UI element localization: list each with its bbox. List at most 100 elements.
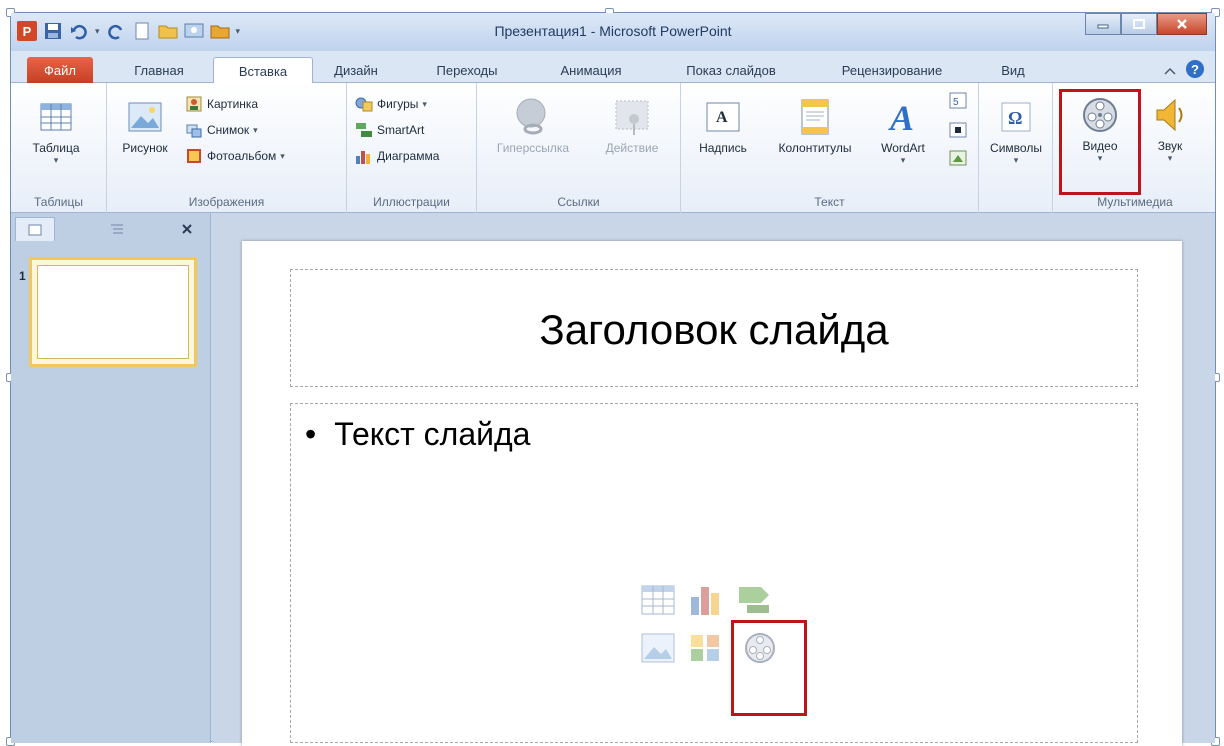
action-icon: [612, 97, 652, 137]
clipart-icon: [185, 95, 203, 113]
chevron-down-icon: ▾: [1013, 155, 1019, 165]
group-label-links: Ссылки: [557, 195, 600, 209]
maximize-button[interactable]: [1121, 13, 1157, 35]
group-label-tables: Таблицы: [33, 195, 83, 209]
group-label-media: Мультимедиа: [1097, 195, 1173, 209]
minimize-ribbon-icon[interactable]: [1163, 63, 1177, 81]
chevron-down-icon: ▾: [1167, 153, 1173, 163]
close-icon: [182, 224, 192, 234]
textbox-label: Надпись: [699, 141, 747, 155]
object-icon: [949, 149, 967, 167]
chart-button[interactable]: Диаграмма: [355, 147, 439, 165]
slide-title: Заголовок слайда: [539, 306, 889, 353]
audio-button[interactable]: Звук ▾: [1145, 95, 1195, 164]
chart-label: Диаграмма: [377, 149, 440, 163]
tab-animations[interactable]: Анимация: [535, 57, 647, 83]
slides-tab[interactable]: [15, 217, 55, 241]
pane-tabs: [11, 217, 210, 241]
group-label-images: Изображения: [188, 195, 265, 209]
window-title: Презентация1 - Microsoft PowerPoint: [494, 23, 732, 39]
picture-button[interactable]: Рисунок: [115, 97, 175, 155]
svg-text:Ω: Ω: [1008, 108, 1022, 128]
tab-transitions[interactable]: Переходы: [417, 57, 517, 83]
chevron-down-icon: ▾: [53, 155, 59, 165]
svg-text:5: 5: [953, 97, 959, 108]
smartart-button[interactable]: SmartArt: [355, 121, 424, 139]
minimize-button[interactable]: [1085, 13, 1121, 35]
shapes-label: Фигуры: [377, 97, 419, 111]
content-placeholder[interactable]: • Текст слайда: [290, 403, 1138, 743]
slide-number-button[interactable]: [949, 121, 967, 139]
header-footer-icon: [795, 97, 835, 137]
bullet-marker: •: [305, 416, 317, 452]
insert-table-icon[interactable]: [637, 580, 679, 620]
tab-view[interactable]: Вид: [985, 57, 1041, 83]
shapes-icon: [355, 95, 373, 113]
screenshot-button[interactable]: Снимок ▾: [185, 121, 258, 139]
omega-icon: Ω: [996, 97, 1036, 137]
group-images: Рисунок Картинка Снимок ▾ Фотоальбом ▾ И…: [107, 83, 347, 213]
tab-insert[interactable]: Вставка: [213, 57, 313, 84]
clipart-button[interactable]: Картинка: [185, 95, 258, 113]
wordart-icon: A: [883, 97, 923, 137]
slide-canvas[interactable]: Заголовок слайда • Текст слайда: [242, 241, 1182, 746]
action-button[interactable]: Действие: [589, 97, 675, 155]
chevron-down-icon: ▾: [253, 124, 258, 135]
insert-smartart-icon[interactable]: [733, 580, 775, 620]
photo-album-icon: [185, 147, 203, 165]
wordart-button[interactable]: A WordArt ▾: [869, 97, 937, 166]
header-footer-label: Колонтитулы: [778, 141, 852, 155]
close-button[interactable]: [1157, 13, 1207, 35]
table-icon: [36, 97, 76, 137]
table-label: Таблица: [32, 141, 80, 155]
smartart-label: SmartArt: [377, 123, 425, 137]
insert-picture-icon[interactable]: [637, 628, 679, 668]
group-label-illustrations: Иллюстрации: [373, 195, 450, 209]
chevron-down-icon: ▾: [900, 155, 906, 165]
header-footer-button[interactable]: Колонтитулы: [763, 97, 867, 155]
title-placeholder[interactable]: Заголовок слайда: [290, 269, 1138, 387]
slide-thumbnail[interactable]: [29, 257, 197, 367]
ribbon: Таблица ▾ Таблицы Рисунок Картинка Снимо…: [11, 83, 1215, 213]
audio-label: Звук: [1157, 139, 1183, 153]
tab-home[interactable]: Главная: [111, 57, 207, 83]
action-label: Действие: [605, 141, 659, 155]
powerpoint-window: P ▾ ▾ Презентация1 - Microsoft PowerPoin…: [6, 8, 1220, 746]
shapes-button[interactable]: Фигуры ▾: [355, 95, 427, 113]
table-button[interactable]: Таблица ▾: [15, 97, 97, 166]
video-placeholder-highlight-box: [731, 620, 807, 716]
tab-slideshow[interactable]: Показ слайдов: [661, 57, 801, 83]
group-text: A Надпись Колонтитулы A WordArt ▾ 5 Текс…: [681, 83, 979, 213]
picture-icon: [125, 97, 165, 137]
group-label-text: Текст: [814, 195, 845, 209]
outline-tab[interactable]: [97, 217, 137, 241]
slide-number-icon: [949, 121, 967, 139]
svg-text:?: ?: [1191, 62, 1199, 77]
video-highlight-box: [1059, 89, 1141, 195]
slide-thumbnail-preview: [37, 265, 189, 359]
date-time-button[interactable]: 5: [949, 91, 967, 109]
hyperlink-button[interactable]: Гиперссылка: [483, 97, 583, 155]
screenshot-label: Снимок: [207, 123, 250, 137]
help-icon[interactable]: ?: [1185, 59, 1205, 84]
group-tables: Таблица ▾ Таблицы: [11, 83, 107, 213]
photo-album-button[interactable]: Фотоальбом ▾: [185, 147, 285, 165]
object-button[interactable]: [949, 149, 967, 167]
chevron-down-icon: ▾: [422, 98, 427, 109]
picture-label: Рисунок: [122, 141, 168, 155]
clipart-label: Картинка: [207, 97, 259, 111]
tab-file[interactable]: Файл: [27, 57, 93, 83]
insert-clipart-icon[interactable]: [685, 628, 727, 668]
symbols-button[interactable]: Ω Символы ▾: [981, 97, 1051, 166]
tab-review[interactable]: Рецензирование: [817, 57, 967, 83]
ribbon-tabs: Файл Главная Вставка Дизайн Переходы Ани…: [11, 51, 1215, 84]
tab-design[interactable]: Дизайн: [315, 57, 397, 83]
slide-body-text: Текст слайда: [334, 416, 531, 452]
close-pane-button[interactable]: [167, 217, 207, 241]
insert-chart-icon[interactable]: [685, 580, 727, 620]
textbox-icon: A: [703, 97, 743, 137]
chart-icon: [355, 147, 373, 165]
hyperlink-icon: [513, 97, 553, 137]
chevron-down-icon: ▾: [280, 150, 285, 161]
textbox-button[interactable]: A Надпись: [687, 97, 759, 155]
